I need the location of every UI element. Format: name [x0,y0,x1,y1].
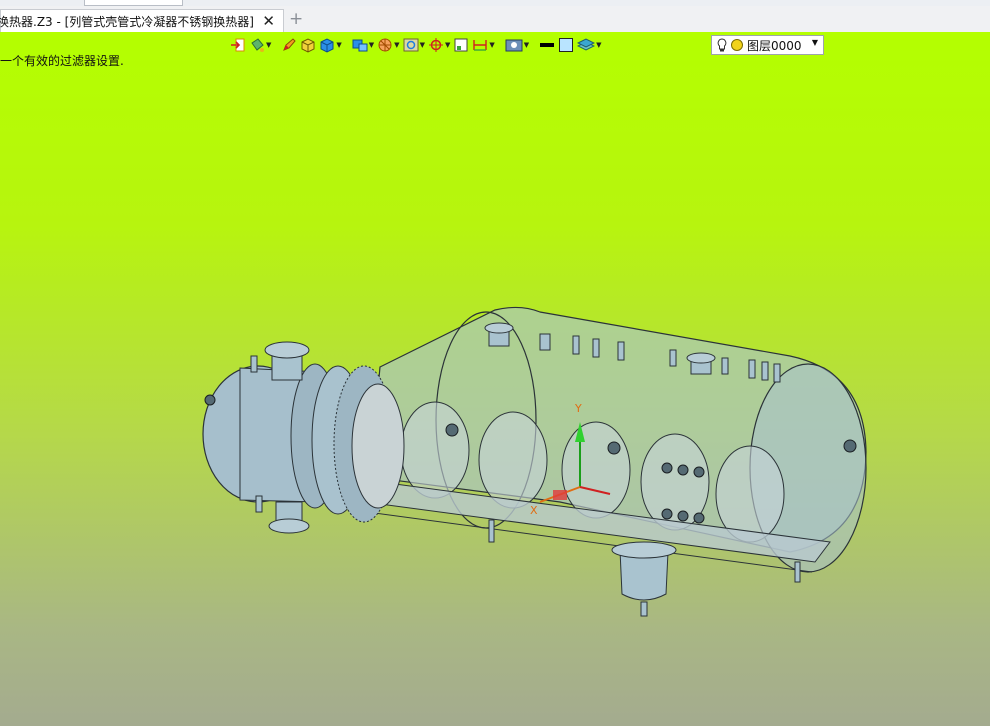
origin-marker [553,490,567,500]
side-port [693,466,705,478]
shell-nozzle-flange [484,322,514,334]
support-leg [488,519,495,543]
shell-nozzle-flange [686,352,716,364]
outlet-nozzle-flange [268,518,310,534]
side-port [204,394,216,406]
vent-nozzle [250,355,258,373]
side-port [661,462,673,474]
shell-nozzle [617,341,625,361]
side-port [607,441,621,455]
side-port [445,423,459,437]
support-leg [794,561,801,583]
baffle-plate [715,445,785,543]
inlet-nozzle-flange [264,341,310,359]
3d-viewport[interactable]: 一个有效的过滤器设置. ▼ ▼ ▼ ▼ ▼ ▼ ▼ ▼ ▼ 图层0000 ▼ Y… [0,32,990,726]
side-port [693,512,705,524]
side-port [677,510,689,522]
y-axis-label: Y [574,402,582,415]
close-icon[interactable]: ✕ [262,12,275,30]
side-port [677,464,689,476]
shell-nozzle [669,349,677,367]
document-tab-bar: 换热器.Z3 - [列管式壳管式冷凝器不锈钢换热器] ✕ + [0,6,990,33]
shell-nozzle [592,338,600,358]
sump-drain [640,601,648,617]
drain-nozzle [255,495,263,513]
x-axis-label: X [530,504,538,517]
sump-flange [611,541,677,559]
shell-nozzle [539,333,551,351]
baffle-plate [400,401,470,499]
document-tab[interactable]: 换热器.Z3 - [列管式壳管式冷凝器不锈钢换热器] ✕ [0,9,284,33]
shell-nozzle [761,361,769,381]
side-port [843,439,857,453]
add-tab-icon[interactable]: + [289,9,303,29]
shell-nozzle [721,357,729,375]
tube-sheet [351,383,405,509]
shell-nozzle [773,363,781,383]
side-port [661,508,673,520]
document-tab-title: 换热器.Z3 - [列管式壳管式冷凝器不锈钢换热器] [0,15,254,29]
shell-nozzle [748,359,756,379]
baffle-plate [478,411,548,509]
baffle-plate [561,421,631,519]
heat-exchanger-model[interactable]: Y X [0,32,990,726]
shell-nozzle [572,335,580,355]
